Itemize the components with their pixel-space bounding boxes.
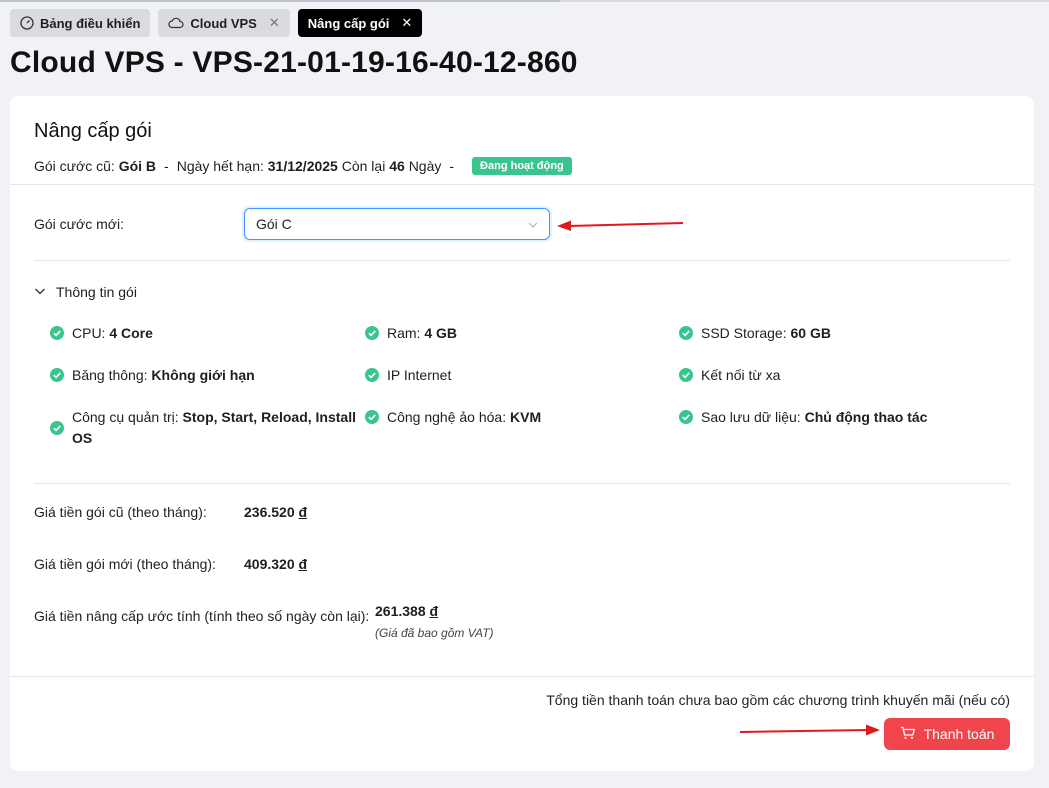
check-circle-icon <box>50 421 64 435</box>
chevron-down-icon <box>34 284 46 300</box>
feature-item: Công cụ quản trị: Stop, Start, Reload, I… <box>50 407 362 449</box>
feature-value: Không giới hạn <box>151 367 255 383</box>
annotation-arrow-left-icon <box>557 220 684 231</box>
expiry-label: Ngày hết hạn: <box>176 158 264 174</box>
feature-label: Sao lưu dữ liệu: <box>701 409 801 425</box>
check-circle-icon <box>50 368 64 382</box>
feature-label: Băng thông: <box>72 367 148 383</box>
divider <box>10 676 1034 677</box>
check-circle-icon <box>365 410 379 424</box>
check-circle-icon <box>365 326 379 340</box>
plan-info-toggle[interactable]: Thông tin gói <box>34 284 137 300</box>
tab-cloud-vps[interactable]: Cloud VPS ✕ <box>158 9 290 37</box>
feature-value: 4 Core <box>109 325 153 341</box>
feature-label: Công nghệ ảo hóa: <box>387 409 507 425</box>
new-price-label: Giá tiền gói mới (theo tháng): <box>34 556 216 572</box>
tab-dashboard[interactable]: Bảng điều khiển <box>10 9 151 37</box>
feature-item: Băng thông: Không giới hạn <box>50 365 362 386</box>
pay-button-label: Thanh toán <box>923 726 995 742</box>
cloud-icon <box>168 17 184 29</box>
separator: - <box>164 158 169 174</box>
expiry-value: 31/12/2025 <box>267 158 338 174</box>
tab-label: Bảng điều khiển <box>40 15 141 31</box>
currency-symbol: đ <box>298 556 308 572</box>
annotation-arrow-right-icon <box>739 724 880 736</box>
card-title: Nâng cấp gói <box>34 120 152 142</box>
feature-label: Kết nối từ xa <box>701 367 781 383</box>
close-icon[interactable]: ✕ <box>401 15 412 31</box>
payment-note: Tổng tiền thanh toán chưa bao gồm các ch… <box>546 692 1010 708</box>
remaining-days: 46 <box>389 158 405 174</box>
tab-label: Nâng cấp gói <box>307 15 390 31</box>
divider <box>34 483 1010 484</box>
currency-symbol: đ <box>429 603 439 619</box>
vat-note: (Giá đã bao gồm VAT) <box>375 626 494 640</box>
old-price-value: 236.520 đ <box>244 504 308 520</box>
page-title: Cloud VPS - VPS-21-01-19-16-40-12-860 <box>10 46 578 79</box>
feature-value: Chủ động thao tác <box>804 409 928 425</box>
feature-value: 60 GB <box>790 325 831 341</box>
check-circle-icon <box>679 410 693 424</box>
status-badge: Đang hoạt động <box>472 157 572 175</box>
plan-info-title: Thông tin gói <box>56 284 137 300</box>
check-circle-icon <box>50 326 64 340</box>
feature-label: Ram: <box>387 325 421 341</box>
feature-item: IP Internet <box>365 365 677 386</box>
feature-item: Công nghệ ảo hóa: KVM <box>365 407 677 428</box>
feature-item: Kết nối từ xa <box>679 365 991 386</box>
new-plan-label: Gói cước mới: <box>34 216 124 232</box>
tab-upgrade-plan[interactable]: Nâng cấp gói ✕ <box>297 9 423 37</box>
currency-symbol: đ <box>298 504 308 520</box>
feature-label: SSD Storage: <box>701 325 787 341</box>
upgrade-price-value: 261.388 đ <box>375 603 439 619</box>
check-circle-icon <box>365 368 379 382</box>
feature-label: IP Internet <box>387 367 452 383</box>
divider <box>34 260 1010 261</box>
tab-bar: Bảng điều khiển Cloud VPS ✕ Nâng cấp gói… <box>10 9 423 37</box>
upgrade-price-label: Giá tiền nâng cấp ước tính (tính theo số… <box>34 608 370 624</box>
cart-icon <box>900 726 916 743</box>
pay-button[interactable]: Thanh toán <box>884 718 1010 750</box>
tab-label: Cloud VPS <box>190 15 257 31</box>
separator: - <box>449 158 455 174</box>
days-unit: Ngày <box>408 158 442 174</box>
feature-item: Sao lưu dữ liệu: Chủ động thao tác <box>679 407 991 428</box>
feature-value: 4 GB <box>424 325 458 341</box>
top-progress-line <box>0 0 1049 2</box>
upgrade-card: Nâng cấp gói Gói cước cũ: Gói B - Ngày h… <box>10 96 1034 771</box>
check-circle-icon <box>679 368 693 382</box>
feature-item: SSD Storage: 60 GB <box>679 323 991 344</box>
new-price-value: 409.320 đ <box>244 556 308 572</box>
check-circle-icon <box>679 326 693 340</box>
dashboard-icon <box>20 16 34 30</box>
feature-item: Ram: 4 GB <box>365 323 677 344</box>
old-price-label: Giá tiền gói cũ (theo tháng): <box>34 504 207 520</box>
feature-label: CPU: <box>72 325 106 341</box>
old-plan-label: Gói cước cũ: <box>34 158 115 174</box>
close-icon[interactable]: ✕ <box>269 15 280 31</box>
divider <box>10 184 1034 185</box>
new-plan-select[interactable]: Gói C <box>244 208 550 240</box>
feature-label: Công cụ quản trị: <box>72 409 179 425</box>
new-plan-selected: Gói C <box>256 216 292 232</box>
feature-item: CPU: 4 Core <box>50 323 362 344</box>
old-plan-value: Gói B <box>118 158 157 174</box>
current-plan-summary: Gói cước cũ: Gói B - Ngày hết hạn: 31/12… <box>34 157 572 175</box>
remaining-label: Còn lại <box>341 158 386 174</box>
chevron-down-icon <box>527 218 539 234</box>
feature-value: KVM <box>510 409 542 425</box>
